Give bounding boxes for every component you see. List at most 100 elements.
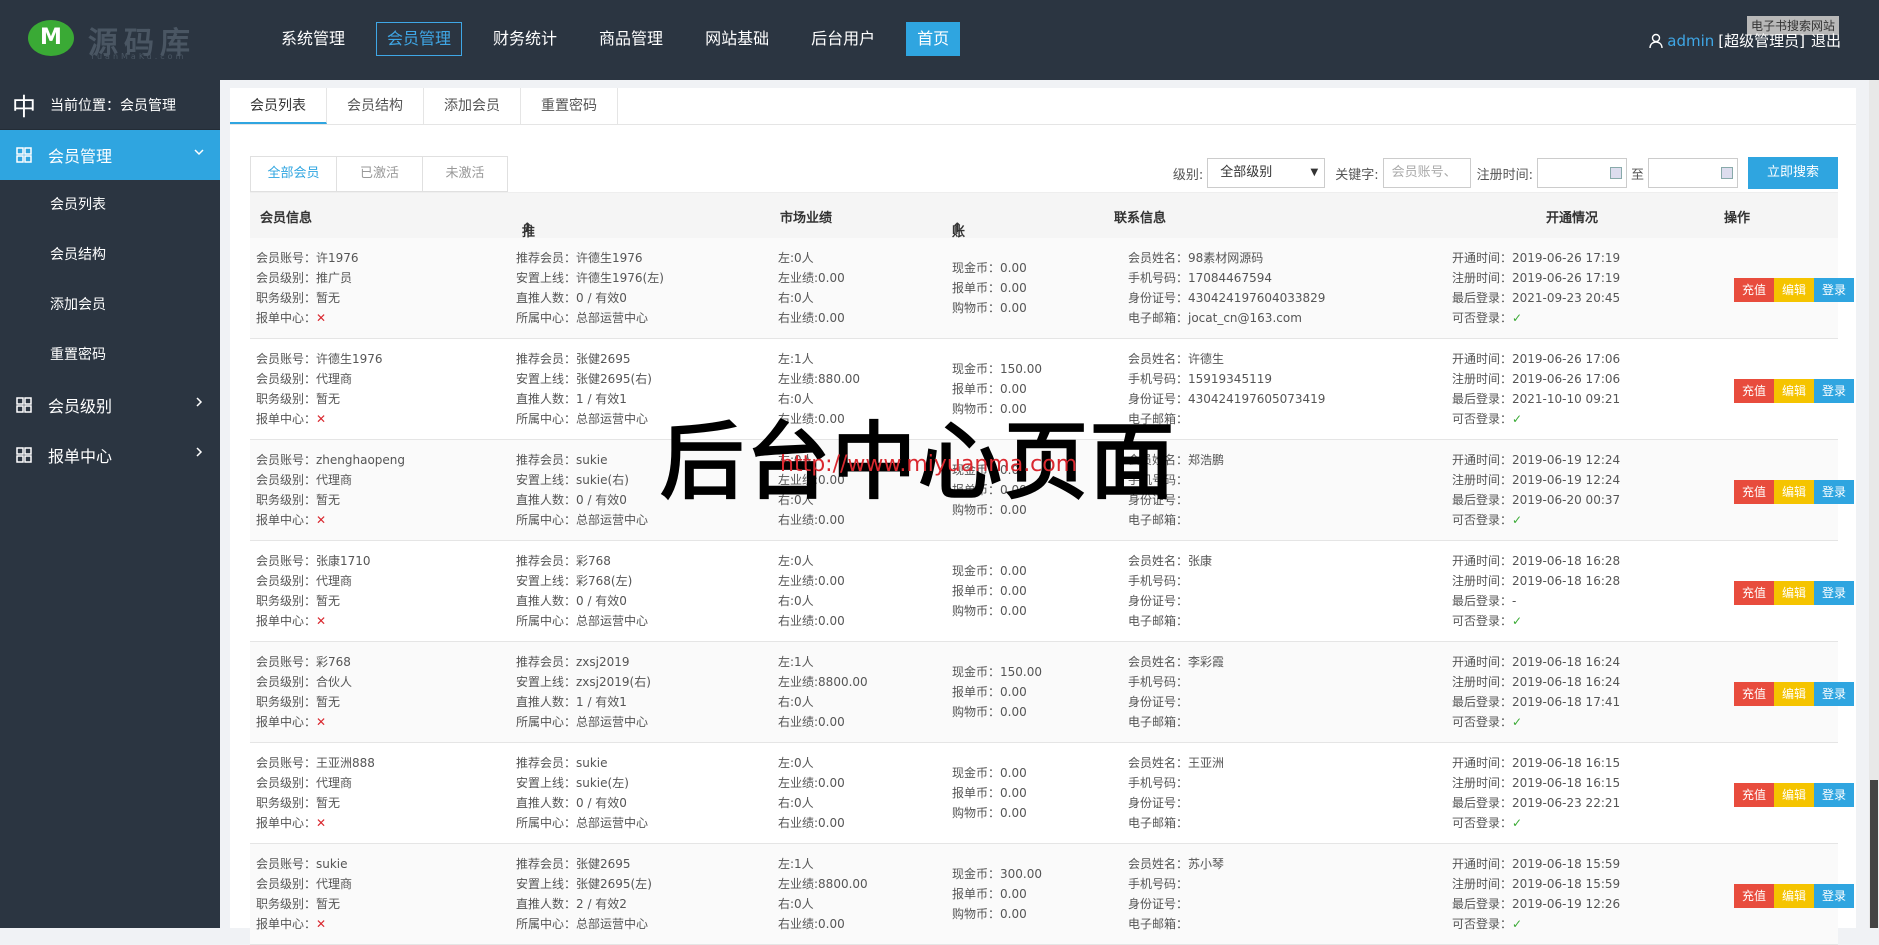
cell-line: 身份证号：	[1128, 594, 1189, 608]
cell-funds: 现金币：300.00 报单币：0.00 购物币：0.00	[952, 864, 1042, 924]
cell-line: 开通时间：2019-06-18 16:28	[1452, 554, 1621, 568]
cell-line: 右业绩:0.00	[778, 917, 845, 931]
calendar-icon[interactable]	[1721, 167, 1733, 179]
logo[interactable]: M 源码库 YuanMaKu.com	[28, 18, 208, 62]
tab-member-structure[interactable]: 会员结构	[327, 88, 424, 124]
sidebar-item-reset-password[interactable]: 重置密码	[0, 330, 220, 380]
cell-line: 直推人数：1 / 有效1	[516, 392, 627, 406]
edit-button[interactable]: 编辑	[1774, 379, 1814, 403]
current-location: 中 当前位置：会员管理	[0, 80, 220, 130]
edit-button[interactable]: 编辑	[1774, 278, 1814, 302]
cell-line: 右业绩:0.00	[778, 614, 845, 628]
filter-activated[interactable]: 已激活	[336, 156, 422, 192]
cell-contact: 会员姓名：苏小琴 手机号码： 身份证号： 电子邮箱：	[1128, 854, 1224, 934]
recharge-button[interactable]: 充值	[1734, 682, 1774, 706]
edit-button[interactable]: 编辑	[1774, 884, 1814, 908]
nav-finance[interactable]: 财务统计	[482, 22, 568, 56]
level-select[interactable]: 全部级别 ▼	[1207, 158, 1326, 188]
cell-market: 左:1人 左业绩:8800.00 右:0人 右业绩:0.00	[778, 652, 868, 732]
location-text: 当前位置：会员管理	[50, 97, 176, 114]
sidebar-item-add-member[interactable]: 添加会员	[0, 280, 220, 330]
login-button[interactable]: 登录	[1814, 682, 1854, 706]
keyword-input[interactable]: 会员账号、	[1382, 158, 1471, 188]
logo-subtext: YuanMaKu.com	[90, 52, 187, 61]
row-actions: 充值 编辑 登录	[1734, 783, 1854, 807]
cell-line: 注册时间：2019-06-18 16:15	[1452, 776, 1621, 790]
calendar-icon[interactable]	[1609, 167, 1622, 179]
recharge-button[interactable]: 充值	[1734, 480, 1774, 504]
username-link[interactable]: admin	[1667, 32, 1714, 50]
cell-ref: 推荐会员：张健2695 安置上线：张健2695(右) 直推人数：1 / 有效1 所属中…	[516, 349, 652, 429]
cell-contact: 会员姓名：王亚洲 手机号码： 身份证号： 电子邮箱：	[1128, 753, 1224, 833]
nav-members[interactable]: 会员管理	[376, 22, 463, 56]
logo-mark-icon: M	[28, 20, 74, 56]
cell-line: 左业绩:0.00	[778, 271, 845, 285]
sidebar-item-member-list[interactable]: 会员列表	[0, 180, 220, 230]
cell-line: 会员账号：彩768	[256, 655, 351, 669]
nav-products[interactable]: 商品管理	[588, 22, 674, 56]
cell-line: 报单币：0.00	[952, 685, 1027, 699]
cell-info: 会员账号：许1976 会员级别：推广员 职务级别：暂无 报单中心：✕	[256, 248, 359, 328]
cell-line: 会员级别：代理商	[256, 473, 353, 487]
sidebar-group-member-management[interactable]: 会员管理	[0, 130, 220, 180]
tab-reset-password[interactable]: 重置密码	[521, 88, 618, 124]
grid-icon	[16, 147, 32, 163]
col-header-member-info: 会员信息	[260, 211, 313, 226]
filter-all-members[interactable]: 全部会员	[250, 156, 336, 192]
scrollbar[interactable]	[1869, 80, 1879, 928]
cell-line: 手机号码：17084467594	[1128, 271, 1272, 285]
cross-icon: ✕	[316, 917, 327, 931]
recharge-button[interactable]: 充值	[1734, 379, 1774, 403]
login-button[interactable]: 登录	[1814, 480, 1854, 504]
cell-line: 安置上线：sukie(右)	[516, 473, 629, 487]
nav-system[interactable]: 系统管理	[270, 22, 356, 56]
edit-button[interactable]: 编辑	[1774, 581, 1814, 605]
edit-button[interactable]: 编辑	[1774, 682, 1814, 706]
sidebar-group-member-levels[interactable]: 会员级别	[0, 380, 220, 430]
cell-line: 会员姓名：张康	[1128, 554, 1213, 568]
search-form: 级别: 全部级别 ▼ 关键字: 会员账号、 注册时间: 至 立即搜索	[1173, 156, 1838, 190]
sidebar-group-label: 报单中心	[48, 447, 113, 466]
cell-line: 职务级别：暂无	[256, 897, 341, 911]
nav-home[interactable]: 首页	[906, 22, 961, 56]
sidebar-group-order-center[interactable]: 报单中心	[0, 430, 220, 480]
cell-line: 手机号码：	[1128, 776, 1189, 790]
cell-line: 注册时间：2019-06-18 15:59	[1452, 877, 1621, 891]
tab-member-list[interactable]: 会员列表	[230, 88, 327, 124]
recharge-button[interactable]: 充值	[1734, 783, 1774, 807]
cell-open: 开通时间：2019-06-26 17:06 注册时间：2019-06-26 17:…	[1452, 349, 1620, 429]
cell-line: 报单中心：✕	[256, 813, 375, 833]
nav-admin-users[interactable]: 后台用户	[800, 22, 886, 56]
user-icon	[1649, 33, 1663, 48]
table-row: 会员账号：许1976 会员级别：推广员 职务级别：暂无 报单中心：✕ 推荐会员：许德生1…	[250, 238, 1854, 339]
recharge-button[interactable]: 充值	[1734, 278, 1774, 302]
cell-line: 报单币：0.00	[952, 887, 1027, 901]
recharge-button[interactable]: 充值	[1734, 581, 1774, 605]
filter-not-activated[interactable]: 未激活	[422, 156, 508, 192]
cell-label: 报单中心：	[256, 311, 317, 325]
cell-line: 会员级别：代理商	[256, 372, 353, 386]
tab-add-member[interactable]: 添加会员	[424, 88, 521, 124]
date-to-input[interactable]	[1648, 158, 1738, 188]
col-header-actions: 操作	[1724, 211, 1751, 226]
cell-ref: 推荐会员：sukie 安置上线：sukie(左) 直推人数：0 / 有效0 所属中心：…	[516, 753, 648, 833]
cell-line: 报单币：0.00	[952, 281, 1027, 295]
login-button[interactable]: 登录	[1814, 783, 1854, 807]
date-from-input[interactable]	[1536, 158, 1627, 188]
login-button[interactable]: 登录	[1814, 884, 1854, 908]
nav-site[interactable]: 网站基础	[694, 22, 780, 56]
cell-line: 注册时间：2019-06-26 17:19	[1452, 271, 1621, 285]
cell-line: 直推人数：1 / 有效1	[516, 695, 627, 709]
login-button[interactable]: 登录	[1814, 278, 1854, 302]
search-button[interactable]: 立即搜索	[1748, 157, 1838, 189]
login-button[interactable]: 登录	[1814, 379, 1854, 403]
cell-line: 报单中心：✕	[256, 611, 371, 631]
recharge-button[interactable]: 充值	[1734, 884, 1774, 908]
edit-button[interactable]: 编辑	[1774, 480, 1814, 504]
check-icon: ✓	[1512, 816, 1523, 830]
edit-button[interactable]: 编辑	[1774, 783, 1814, 807]
sidebar-item-member-structure[interactable]: 会员结构	[0, 230, 220, 280]
scrollbar-thumb[interactable]	[1870, 780, 1878, 928]
login-button[interactable]: 登录	[1814, 581, 1854, 605]
logout-link[interactable]: 退出	[1811, 30, 1841, 51]
